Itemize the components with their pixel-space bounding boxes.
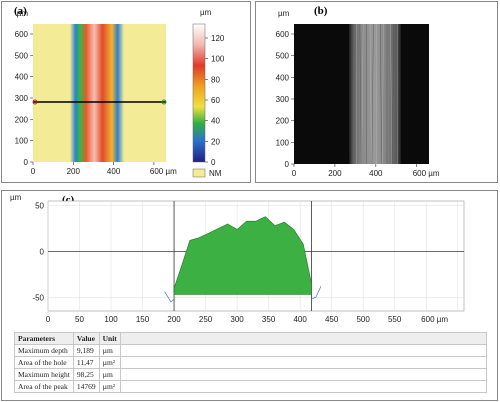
panel-a-x-axis: 0 200 400 600 µm <box>31 162 177 176</box>
panel-b-y-tick-label: 200 <box>276 117 290 126</box>
panel-b-x-tick-label: 400 <box>369 169 383 178</box>
panel-b-y-tick-label: 300 <box>276 95 290 104</box>
panel-a-x-tick-label: 0 <box>31 167 36 176</box>
profile-x-tick-label: 500 <box>356 315 370 324</box>
panel-b-unit: µm <box>278 9 290 18</box>
panel-a-y-tick-label: 0 <box>24 158 29 167</box>
header-unit: Unit <box>98 332 121 345</box>
profile-x-tick-label: 150 <box>136 315 150 324</box>
profile-x-tick-label: 200 <box>167 315 181 324</box>
panel-b-y-tick-label: 600 <box>276 30 290 39</box>
param-value: 9,189 <box>72 344 100 357</box>
panel-a-x-tick-label: 600 µm <box>150 167 177 176</box>
panel-a-y-axis: 600 500 400 300 200 100 0 <box>15 30 33 167</box>
param-value: 98,25 <box>72 368 100 381</box>
panel-b-x-tick-label: 600 µm <box>413 169 440 178</box>
row-spacer <box>119 356 488 369</box>
param-unit: µm <box>98 368 121 381</box>
colorbar-tick-label: 120 <box>211 34 225 43</box>
profile-x-tick-label: 100 <box>104 315 118 324</box>
nm-label: NM <box>209 169 222 178</box>
colorbar-tick-label: 80 <box>211 75 220 84</box>
colorbar-tick-label: 40 <box>211 117 220 126</box>
profile-x-axis: 0 50 100 150 200 250 300 350 400 450 500 550 600 µm <box>46 315 449 324</box>
panel-a-x-tick-label: 200 <box>67 167 81 176</box>
row-spacer <box>119 368 488 381</box>
profile-x-tick-label: 450 <box>325 315 339 324</box>
table-row: Maximum depth 9,189 µm <box>14 344 488 357</box>
height-map-stripe <box>70 24 124 162</box>
profile-x-tick-label: 400 <box>293 315 307 324</box>
param-value: 14769 <box>72 380 100 393</box>
colorbar-tick-label: 100 <box>211 55 225 64</box>
micrograph-panel: (b) µm 600 500 400 300 200 100 0 0 200 400 600 µm <box>255 1 498 183</box>
header-parameters: Parameters <box>14 332 74 345</box>
profile-x-tick-label: 550 <box>388 315 402 324</box>
profile-y-tick-label: 50 <box>35 202 44 211</box>
colorbar-ticks: 120 100 80 60 40 20 0 <box>205 34 225 167</box>
colorbar-tick-label: 20 <box>211 137 220 146</box>
param-unit: µm <box>98 344 121 357</box>
panel-b-x-tick-label: 0 <box>292 169 297 178</box>
height-map-figure: (a) µm 6005004003002001000 0 200 400 600 µm… <box>14 5 225 178</box>
panel-a-y-tick-label: 100 <box>15 137 29 146</box>
param-unit: µm² <box>98 356 121 369</box>
table-row: Maximum height 98,25 µm <box>14 368 488 381</box>
panel-a-y-tick-label: 400 <box>15 73 29 82</box>
panel-b-y-axis: 600 500 400 300 200 100 0 <box>276 30 294 169</box>
panel-b-y-tick-label: 500 <box>276 52 290 61</box>
panel-a-y-tick-label: 500 <box>15 51 29 60</box>
panel-b-label: (b) <box>314 5 328 17</box>
profile-x-tick-label: 250 <box>199 315 213 324</box>
param-unit: µm² <box>98 380 121 393</box>
profile-chart: µm (c) 500-50 0 50 100 150 200 250 300 350 400 45… <box>10 193 465 324</box>
panel-a-y-tick-label: 300 <box>15 94 29 103</box>
colorbar-unit: µm <box>200 8 212 17</box>
profile-x-tick-label: 350 <box>262 315 276 324</box>
panel-b-y-tick-label: 0 <box>285 160 290 169</box>
panel-c-unit: µm <box>10 193 22 202</box>
header-value: Value <box>72 332 100 345</box>
colorbar <box>192 23 206 163</box>
height-map-panel: (a) µm 600 500 400 300 200 100 0 0 200 400 600 µm… <box>1 1 251 183</box>
parameters-header-row: Parameters Value Unit <box>14 332 488 345</box>
profile-x-tick-label: 50 <box>75 315 84 324</box>
parameters-table: Parameters Value Unit Maximum depth 9,18… <box>14 332 488 393</box>
profile-y-axis: 50 0 -50 <box>32 202 44 303</box>
profile-x-tick-label: 600 µm <box>421 315 448 324</box>
profile-x-tick-label: 300 <box>230 315 244 324</box>
panel-a-x-tick-label: 400 <box>107 167 121 176</box>
param-name: Maximum depth <box>14 344 74 357</box>
profile-x-tick-label: 0 <box>46 315 51 324</box>
panel-a-unit: µm <box>17 9 29 18</box>
row-spacer <box>119 344 488 357</box>
profile-y-tick-label: 0 <box>40 247 45 256</box>
profile-y-tick-label: -50 <box>32 293 44 302</box>
profile-panel: µm (c) 50 0 -50 0 50 100 150 200 250 300 350 400 45… <box>1 190 498 401</box>
param-value: 11,47 <box>72 356 100 369</box>
table-row: Area of the peak 14769 µm² <box>14 380 488 393</box>
panel-b-y-tick-label: 400 <box>276 73 290 82</box>
panel-a-y-tick-label: 200 <box>15 115 29 124</box>
param-name: Area of the peak <box>14 380 74 393</box>
panel-b-x-axis: 0 200 400 600 µm <box>292 164 440 178</box>
panel-b-x-tick-label: 200 <box>328 169 342 178</box>
table-row: Area of the hole 11,47 µm² <box>14 356 488 369</box>
colorbar-tick-label: 60 <box>211 96 220 105</box>
colorbar-tick-label: 0 <box>211 158 216 167</box>
header-spacer <box>119 332 488 345</box>
micrograph-figure: (b) µm 600 500 400 300 200 100 0 0 200 400 600 µm <box>276 5 440 178</box>
panel-b-y-tick-label: 100 <box>276 138 290 147</box>
nm-swatch <box>192 168 206 178</box>
param-name: Area of the hole <box>14 356 74 369</box>
param-name: Maximum height <box>14 368 74 381</box>
panel-a-y-tick-label: 600 <box>15 30 29 39</box>
row-spacer <box>119 380 488 393</box>
